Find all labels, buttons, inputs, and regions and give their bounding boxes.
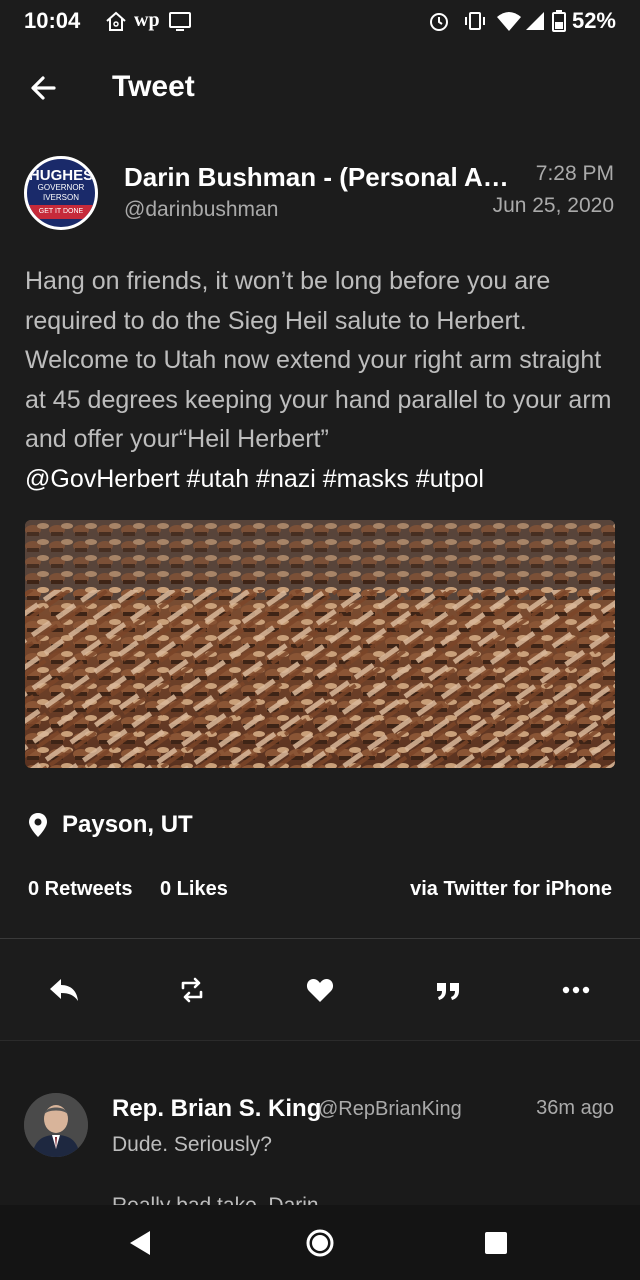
status-bar: 10:04 wp 52% — [0, 0, 640, 44]
reply-text: Dude. Seriously? — [112, 1133, 272, 1156]
battery-percent: 52% — [571, 8, 616, 33]
nav-back-button[interactable] — [124, 1227, 156, 1259]
avatar-text-1: HUGHES — [28, 167, 94, 184]
crowd-photo — [25, 520, 615, 768]
retweet-button[interactable] — [176, 974, 208, 1006]
tweet-body: Hang on friends, it won’t be long before… — [25, 262, 615, 499]
like-button[interactable] — [304, 974, 336, 1006]
more-button[interactable] — [560, 974, 592, 1006]
nav-home-button[interactable] — [304, 1227, 336, 1259]
home-nav-icon — [306, 1229, 334, 1257]
recents-nav-icon — [485, 1232, 507, 1254]
back-arrow-icon[interactable] — [24, 68, 64, 108]
tweet-text: Hang on friends, it won’t be long before… — [25, 267, 612, 453]
cast-icon — [169, 12, 191, 31]
avatar-text-3: IVERSON — [42, 193, 79, 202]
tweet-source: via Twitter for iPhone — [410, 878, 612, 900]
tweet-location[interactable]: Payson, UT — [28, 808, 193, 842]
tweet-stats: 0 Retweets 0 Likes via Twitter for iPhon… — [28, 878, 612, 908]
quote-icon — [437, 983, 459, 1000]
retweet-count[interactable]: 0 Retweets — [28, 878, 133, 901]
home-icon — [106, 11, 126, 31]
wifi-icon — [497, 12, 521, 31]
quote-button[interactable] — [432, 974, 464, 1006]
page-title: Tweet — [112, 70, 195, 103]
more-icon — [562, 986, 590, 994]
reply-time: 36m ago — [536, 1097, 614, 1119]
reply-icon — [50, 979, 78, 1001]
tweet-time: 7:28 PM — [535, 162, 614, 185]
divider — [0, 938, 640, 939]
avatar-text-2: GOVERNOR — [37, 183, 85, 192]
nav-recents-button[interactable] — [480, 1227, 512, 1259]
location-pin-icon — [29, 813, 47, 837]
battery-icon — [552, 10, 566, 32]
alarm-icon — [430, 13, 448, 31]
author-handle[interactable]: @darinbushman — [124, 198, 278, 222]
reply-item[interactable]: Rep. Brian S. King @RepBrianKing 36m ago… — [0, 1040, 640, 1207]
wapo-icon: wp — [134, 9, 160, 31]
vibrate-icon — [465, 12, 485, 30]
location-text: Payson, UT — [62, 811, 193, 838]
reply-button[interactable] — [48, 974, 80, 1006]
back-nav-icon — [130, 1231, 150, 1255]
tweet-date: Jun 25, 2020 — [492, 194, 614, 217]
reply-author-name[interactable]: Rep. Brian S. King — [112, 1095, 321, 1123]
author-avatar[interactable]: HUGHES GOVERNOR IVERSON GET IT DONE — [24, 156, 98, 230]
system-nav-bar — [0, 1205, 640, 1280]
tweet-tags[interactable]: @GovHerbert #utah #nazi #masks #utpol — [25, 465, 484, 493]
status-time: 10:04 — [24, 8, 81, 33]
retweet-icon — [181, 977, 203, 1003]
signal-icon — [526, 12, 544, 30]
heart-icon — [306, 979, 334, 1002]
reply-author-handle[interactable]: @RepBrianKing — [318, 1098, 462, 1121]
reply-avatar[interactable] — [24, 1093, 88, 1157]
tweet-actions — [0, 960, 640, 1020]
author-name[interactable]: Darin Bushman - (Personal Acco... — [124, 162, 514, 193]
avatar-text-4: GET IT DONE — [27, 205, 95, 219]
app-bar: Tweet — [0, 44, 640, 134]
tweet-image[interactable] — [25, 520, 615, 768]
reply-avatar-photo — [24, 1093, 88, 1157]
like-count[interactable]: 0 Likes — [160, 878, 228, 901]
